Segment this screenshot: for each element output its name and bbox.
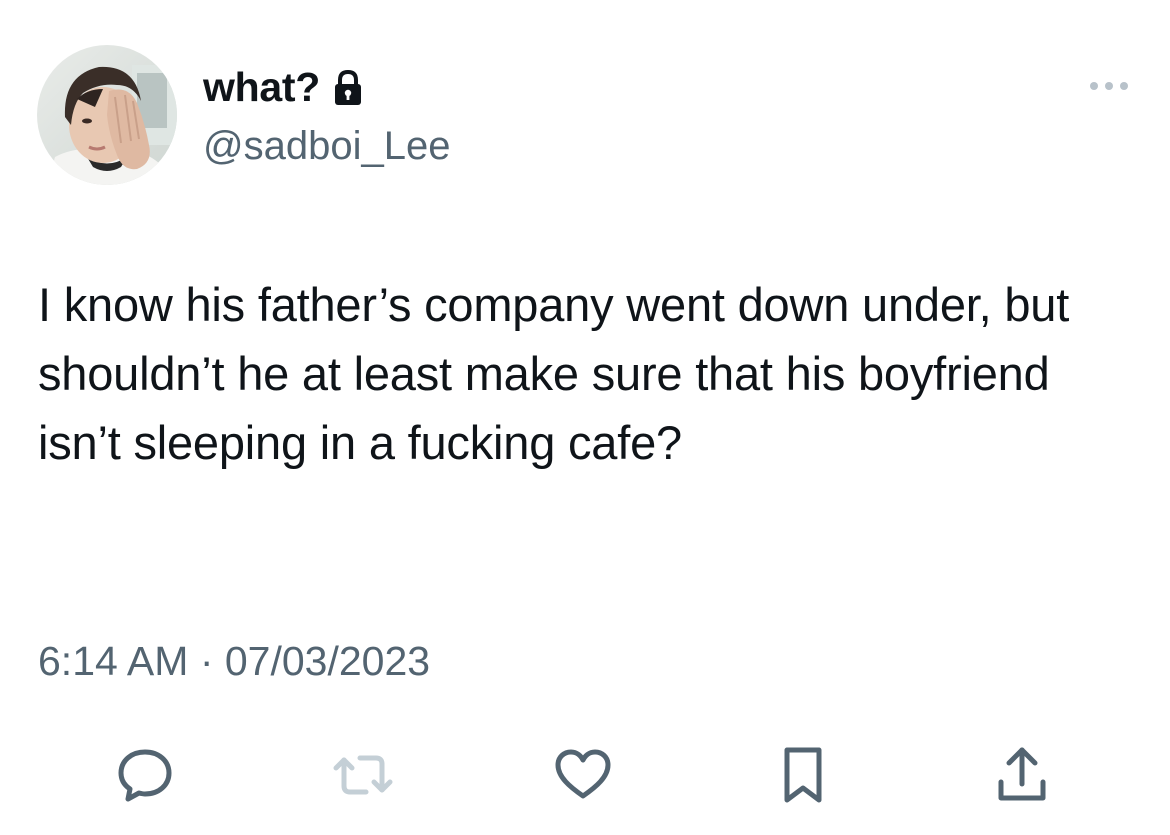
retweet-button[interactable] xyxy=(323,735,403,815)
tweet-timestamp[interactable]: 6:14 AM · 07/03/2023 xyxy=(38,636,430,686)
avatar-photo xyxy=(37,45,177,185)
tweet-text: I know his father’s company went down un… xyxy=(38,278,1070,469)
heart-icon xyxy=(555,749,611,799)
bookmark-button[interactable] xyxy=(763,735,843,815)
share-button[interactable] xyxy=(982,735,1062,815)
bookmark-icon xyxy=(784,747,822,803)
action-bar xyxy=(0,735,1170,815)
reply-button[interactable] xyxy=(105,735,185,815)
like-button[interactable] xyxy=(543,735,623,815)
more-options-icon[interactable] xyxy=(1086,76,1132,96)
avatar[interactable] xyxy=(37,45,177,185)
share-icon xyxy=(998,747,1046,801)
display-name[interactable]: what? xyxy=(203,62,320,112)
speech-bubble-icon xyxy=(118,749,172,802)
lock-icon xyxy=(333,69,363,106)
user-handle[interactable]: @sadboi_Lee xyxy=(203,122,450,170)
retweet-icon xyxy=(333,755,393,795)
tweet-card: what? @sadboi_Lee I know his father’s co… xyxy=(0,0,1170,835)
display-name-row[interactable]: what? xyxy=(203,62,363,112)
